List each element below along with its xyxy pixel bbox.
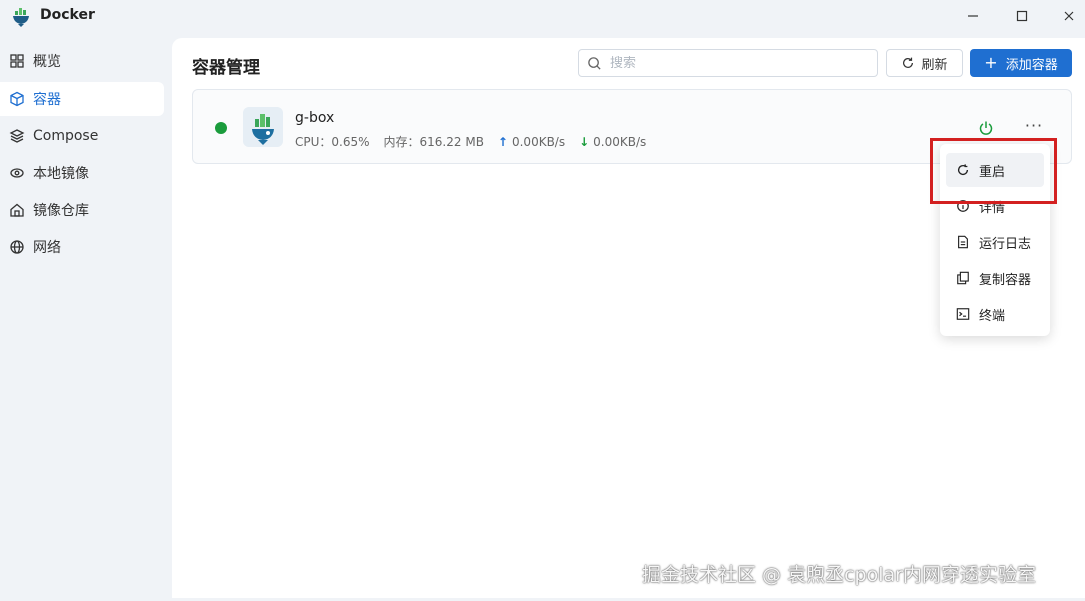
more-actions-button[interactable]: ··· [1023,116,1045,136]
power-icon [979,121,993,135]
copy-icon [957,271,969,285]
menu-item-label: 复制容器 [979,272,1032,288]
log-file-icon [958,235,968,249]
menu-item-label: 终端 [979,308,1006,324]
title-bar: Docker [0,0,1085,34]
menu-item-label: 详情 [979,200,1006,216]
app-title: Docker [40,7,95,23]
plus-icon: + [984,53,998,72]
minimize-icon [968,15,978,17]
menu-item-terminal[interactable]: 终端 [946,297,1044,331]
sidebar-item-label: 本地镜像 [33,166,89,182]
cube-icon [9,91,25,107]
upload-rate-group: ↑ 0.00KB/s [498,135,565,149]
menu-item-label: 重启 [979,164,1006,180]
close-button[interactable] [1046,0,1085,32]
sidebar-item-overview[interactable]: 概览 [0,44,164,78]
sidebar-item-label: 概览 [33,54,61,70]
maximize-button[interactable] [999,0,1045,32]
info-icon [957,200,969,212]
grid-icon [9,53,25,69]
layers-icon [9,128,25,144]
upload-arrow-icon: ↑ [497,134,508,149]
download-rate-group: ↓ 0.00KB/s [579,135,646,149]
container-actions-menu: 重启 详情 运行日志 复制容器 终端 [940,144,1050,336]
menu-item-copy-container[interactable]: 复制容器 [946,261,1044,295]
page-title: 容器管理 [192,58,260,78]
sidebar-item-network[interactable]: 网络 [0,230,164,264]
more-dots-icon: ··· [1024,116,1044,135]
globe-icon [9,239,25,255]
minimize-button[interactable] [950,0,996,32]
search-icon [588,56,601,70]
sidebar-item-compose[interactable]: Compose [0,119,164,153]
download-rate: 0.00KB/s [593,134,647,149]
sidebar-item-registry[interactable]: 镜像仓库 [0,193,164,227]
menu-item-logs[interactable]: 运行日志 [946,225,1044,259]
search-input[interactable] [610,55,860,71]
restart-icon [958,164,969,176]
add-container-button[interactable]: + 添加容器 [970,49,1072,77]
search-box[interactable] [578,49,878,77]
add-container-label: 添加容器 [1005,57,1058,73]
upload-rate: 0.00KB/s [511,134,566,149]
container-name: g-box [295,110,335,126]
download-arrow-icon: ↓ [579,134,590,149]
sidebar-item-label: Compose [33,128,99,144]
sidebar-item-label: 网络 [33,240,61,256]
container-stats: CPU：0.65% 内存：616.22 MB ↑ 0.00KB/s ↓ 0.00KB… [295,133,646,150]
power-button[interactable] [976,118,996,138]
refresh-icon [903,57,914,68]
cpu-usage: CPU：0.65% [295,135,370,149]
sidebar-item-local-images[interactable]: 本地镜像 [0,156,164,190]
menu-item-label: 运行日志 [979,236,1032,252]
eye-icon [9,165,25,181]
watermark-text: 掘金技术社区 @ 袁煦丞cpolar内网穿透实验室 [642,564,1036,586]
home-icon [9,202,25,218]
running-status-dot [215,122,227,134]
memory-usage: 内存：616.22 MB [383,135,484,149]
sidebar-item-containers[interactable]: 容器 [0,82,164,116]
close-icon [1064,11,1074,21]
menu-item-details[interactable]: 详情 [946,189,1044,223]
sidebar-item-label: 镜像仓库 [33,203,89,219]
sidebar-item-label: 容器 [33,92,61,108]
docker-app-icon [13,8,29,27]
maximize-icon [1016,10,1028,22]
menu-item-restart[interactable]: 重启 [946,153,1044,187]
refresh-button[interactable]: 刷新 [886,49,963,77]
container-app-icon [243,107,283,147]
terminal-icon [956,308,970,320]
refresh-label: 刷新 [921,57,948,73]
